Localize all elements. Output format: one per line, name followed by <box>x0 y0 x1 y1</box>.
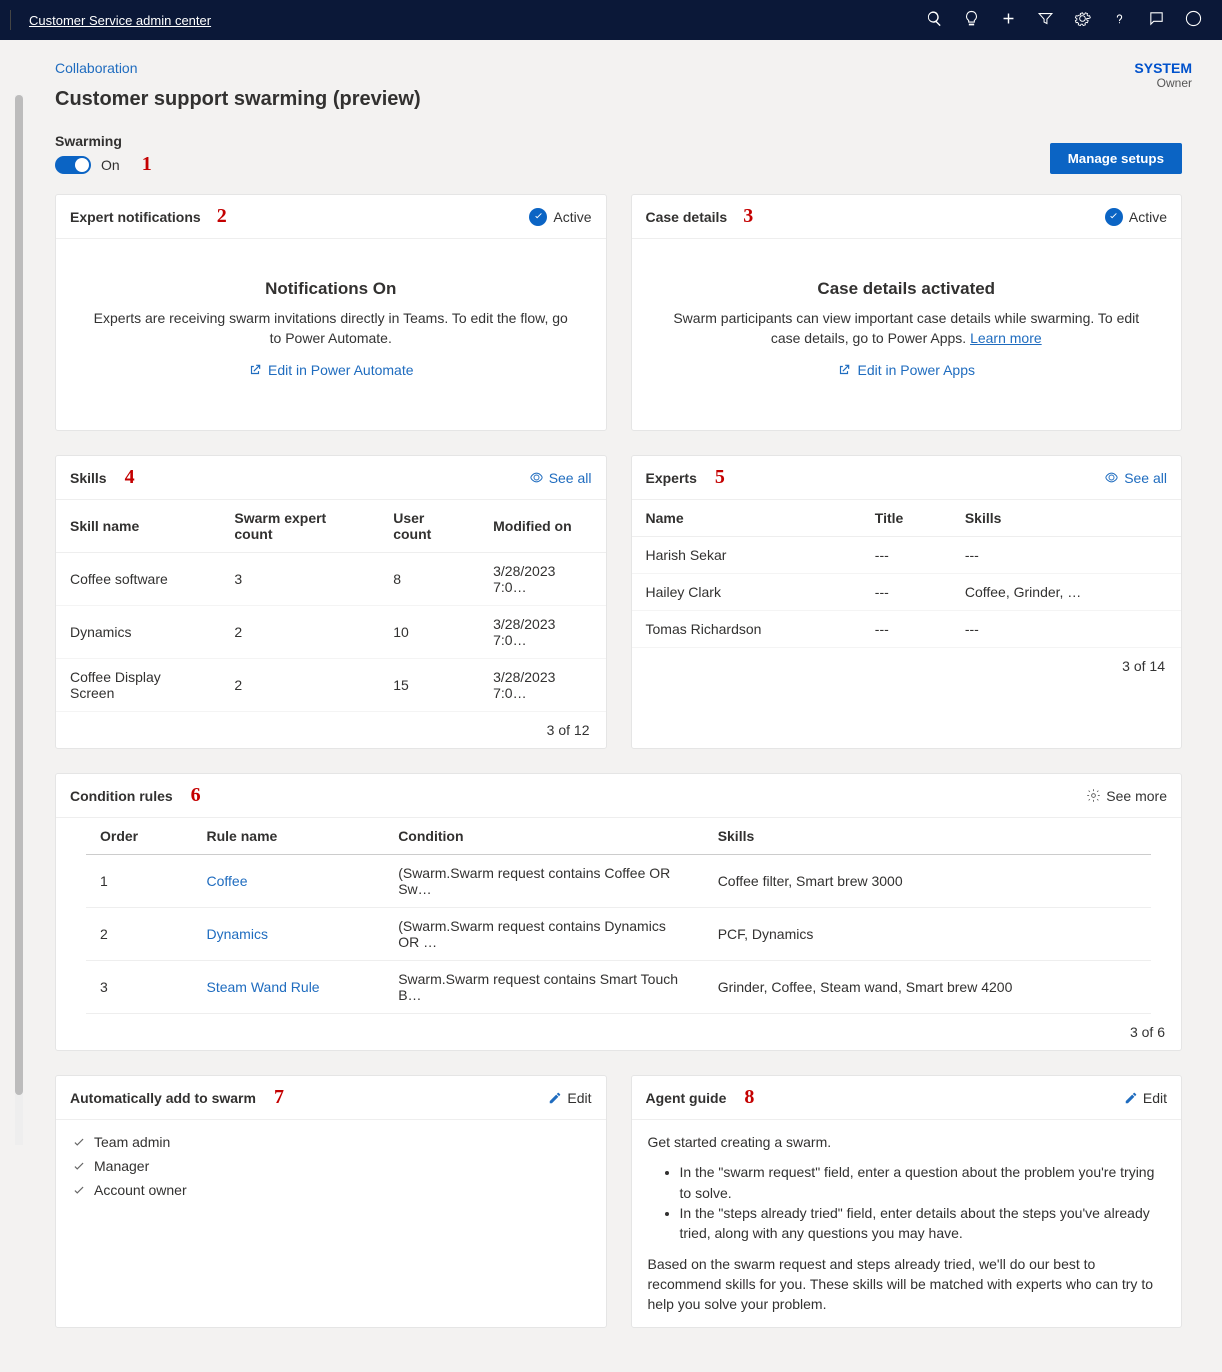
topbar: Customer Service admin center <box>0 0 1222 40</box>
annotation-3: 3 <box>743 205 753 228</box>
check-icon <box>72 1135 86 1149</box>
owner-name[interactable]: SYSTEM <box>1134 60 1192 76</box>
page-content: Collaboration Customer support swarming … <box>15 40 1222 1372</box>
rule-link[interactable]: Steam Wand Rule <box>207 979 320 995</box>
guide-bullet: In the "steps already tried" field, ente… <box>680 1203 1166 1244</box>
annotation-2: 2 <box>217 205 227 228</box>
auto-add-title: Automatically add to swarm <box>70 1090 256 1106</box>
auto-add-edit[interactable]: Edit <box>548 1090 591 1106</box>
expert-notif-title: Expert notifications <box>70 209 201 225</box>
case-details-text: Swarm participants can view important ca… <box>662 309 1152 348</box>
skills-title: Skills <box>70 470 107 486</box>
check-icon <box>72 1159 86 1173</box>
table-row[interactable]: Dynamics2103/28/2023 7:0… <box>56 606 606 659</box>
experts-footer: 3 of 14 <box>632 648 1182 684</box>
gear-icon[interactable] <box>1074 10 1091 30</box>
lightbulb-icon[interactable] <box>963 10 980 30</box>
table-row[interactable]: Tomas Richardson------ <box>632 611 1182 648</box>
annotation-6: 6 <box>191 784 201 807</box>
external-link-icon <box>248 363 262 377</box>
breadcrumb[interactable]: Collaboration <box>55 60 1182 76</box>
skills-footer: 3 of 12 <box>56 712 606 748</box>
list-item: Account owner <box>72 1178 590 1202</box>
scrollbar-track <box>15 95 23 1145</box>
table-row[interactable]: 1Coffee(Swarm.Swarm request contains Cof… <box>86 855 1151 908</box>
eye-icon <box>1104 470 1119 485</box>
table-row[interactable]: 3Steam Wand RuleSwarm.Swarm request cont… <box>86 961 1151 1014</box>
learn-more-link[interactable]: Learn more <box>970 330 1042 346</box>
annotation-7: 7 <box>274 1086 284 1109</box>
expert-notif-text: Experts are receiving swarm invitations … <box>86 309 576 348</box>
rules-footer: 3 of 6 <box>56 1014 1181 1050</box>
rules-see-more[interactable]: See more <box>1086 788 1167 804</box>
case-details-title: Case details <box>646 209 728 225</box>
eye-icon <box>529 470 544 485</box>
condition-rules-card: Condition rules 6 See more Order Rule na… <box>55 773 1182 1051</box>
plus-icon[interactable] <box>1000 10 1017 30</box>
expert-notif-heading: Notifications On <box>86 279 576 299</box>
gear-icon <box>1086 788 1101 803</box>
agent-guide-card: Agent guide 8 Edit Get started creating … <box>631 1075 1183 1327</box>
help-icon[interactable] <box>1111 10 1128 30</box>
rule-link[interactable]: Coffee <box>207 873 248 889</box>
guide-title: Agent guide <box>646 1090 727 1106</box>
rules-title: Condition rules <box>70 788 173 804</box>
annotation-4: 4 <box>125 466 135 489</box>
external-link-icon <box>837 363 851 377</box>
rule-link[interactable]: Dynamics <box>207 926 268 942</box>
case-details-heading: Case details activated <box>662 279 1152 299</box>
table-row[interactable]: Harish Sekar------ <box>632 537 1182 574</box>
pencil-icon <box>548 1091 562 1105</box>
guide-edit[interactable]: Edit <box>1124 1090 1167 1106</box>
skills-table: Skill name Swarm expert count User count… <box>56 500 606 712</box>
guide-p1: Get started creating a swarm. <box>648 1132 1166 1152</box>
rules-table: Order Rule name Condition Skills 1Coffee… <box>86 818 1151 1014</box>
guide-bullet: In the "swarm request" field, enter a qu… <box>680 1162 1166 1203</box>
pencil-icon <box>1124 1091 1138 1105</box>
annotation-8: 8 <box>744 1086 754 1109</box>
table-row[interactable]: 2Dynamics(Swarm.Swarm request contains D… <box>86 908 1151 961</box>
search-icon[interactable] <box>926 10 943 30</box>
edit-power-apps-link[interactable]: Edit in Power Apps <box>837 362 975 378</box>
page-title: Customer support swarming (preview) <box>55 88 1182 111</box>
skills-card: Skills 4 See all Skill name Swarm expert… <box>55 455 607 749</box>
profile-icon[interactable] <box>1185 10 1202 30</box>
guide-p2: Based on the swarm request and steps alr… <box>648 1254 1166 1315</box>
experts-title: Experts <box>646 470 697 486</box>
case-details-status-badge: Active <box>1105 208 1167 226</box>
skills-see-all[interactable]: See all <box>529 470 592 486</box>
auto-add-card: Automatically add to swarm 7 Edit Team a… <box>55 1075 607 1327</box>
experts-card: Experts 5 See all Name Title Skills Hari… <box>631 455 1183 749</box>
annotation-5: 5 <box>715 466 725 489</box>
edit-power-automate-link[interactable]: Edit in Power Automate <box>248 362 414 378</box>
expert-notif-status-badge: Active <box>529 208 591 226</box>
expert-notifications-card: Expert notifications 2 Active Notificati… <box>55 194 607 431</box>
table-row[interactable]: Coffee software383/28/2023 7:0… <box>56 553 606 606</box>
list-item: Manager <box>72 1154 590 1178</box>
swarming-state: On <box>101 157 120 173</box>
table-row[interactable]: Hailey Clark---Coffee, Grinder, … <box>632 574 1182 611</box>
check-icon <box>72 1183 86 1197</box>
list-item: Team admin <box>72 1130 590 1154</box>
experts-see-all[interactable]: See all <box>1104 470 1167 486</box>
owner-role: Owner <box>1134 76 1192 90</box>
chat-icon[interactable] <box>1148 10 1165 30</box>
annotation-1: 1 <box>142 153 152 176</box>
scrollbar-thumb[interactable] <box>15 95 23 1095</box>
table-row[interactable]: Coffee Display Screen2153/28/2023 7:0… <box>56 659 606 712</box>
owner-block: SYSTEM Owner <box>1134 60 1192 90</box>
check-circle-icon <box>529 208 547 226</box>
swarming-toggle[interactable] <box>55 156 91 174</box>
check-circle-icon <box>1105 208 1123 226</box>
swarming-label: Swarming <box>55 133 152 149</box>
experts-table: Name Title Skills Harish Sekar------Hail… <box>632 500 1182 648</box>
case-details-card: Case details 3 Active Case details activ… <box>631 194 1183 431</box>
manage-setups-button[interactable]: Manage setups <box>1050 143 1182 174</box>
app-title[interactable]: Customer Service admin center <box>29 13 211 28</box>
filter-icon[interactable] <box>1037 10 1054 30</box>
